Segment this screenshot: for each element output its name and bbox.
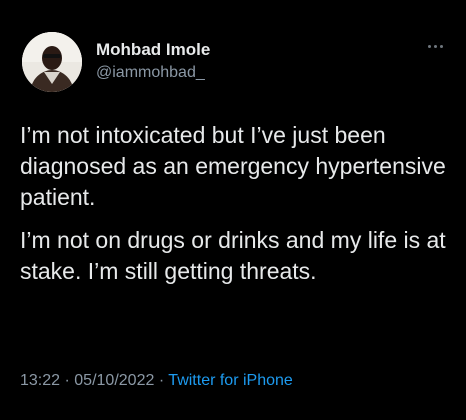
avatar-photo: [22, 32, 82, 92]
tweet-date[interactable]: 05/10/2022: [74, 372, 154, 389]
tweet-paragraph: I’m not intoxicated but I’ve just been d…: [20, 122, 446, 210]
tweet-text: I’m not intoxicated but I’ve just been d…: [20, 120, 456, 299]
tweet-source-link[interactable]: Twitter for iPhone: [168, 372, 293, 389]
meta-separator: ·: [64, 372, 70, 389]
avatar[interactable]: [22, 32, 82, 92]
tweet-time[interactable]: 13:22: [20, 372, 60, 389]
tweet-paragraph: I’m not on drugs or drinks and my life i…: [20, 227, 446, 284]
display-name[interactable]: Mohbad Imole: [96, 40, 210, 60]
tweet-meta: 13:22 · 05/10/2022 · Twitter for iPhone: [20, 372, 293, 390]
tweet-card: Mohbad Imole @iammohbad_ I’m not intoxic…: [0, 0, 466, 420]
more-horizontal-icon[interactable]: [424, 36, 448, 56]
meta-separator: ·: [158, 372, 165, 389]
user-handle[interactable]: @iammohbad_: [96, 64, 205, 82]
